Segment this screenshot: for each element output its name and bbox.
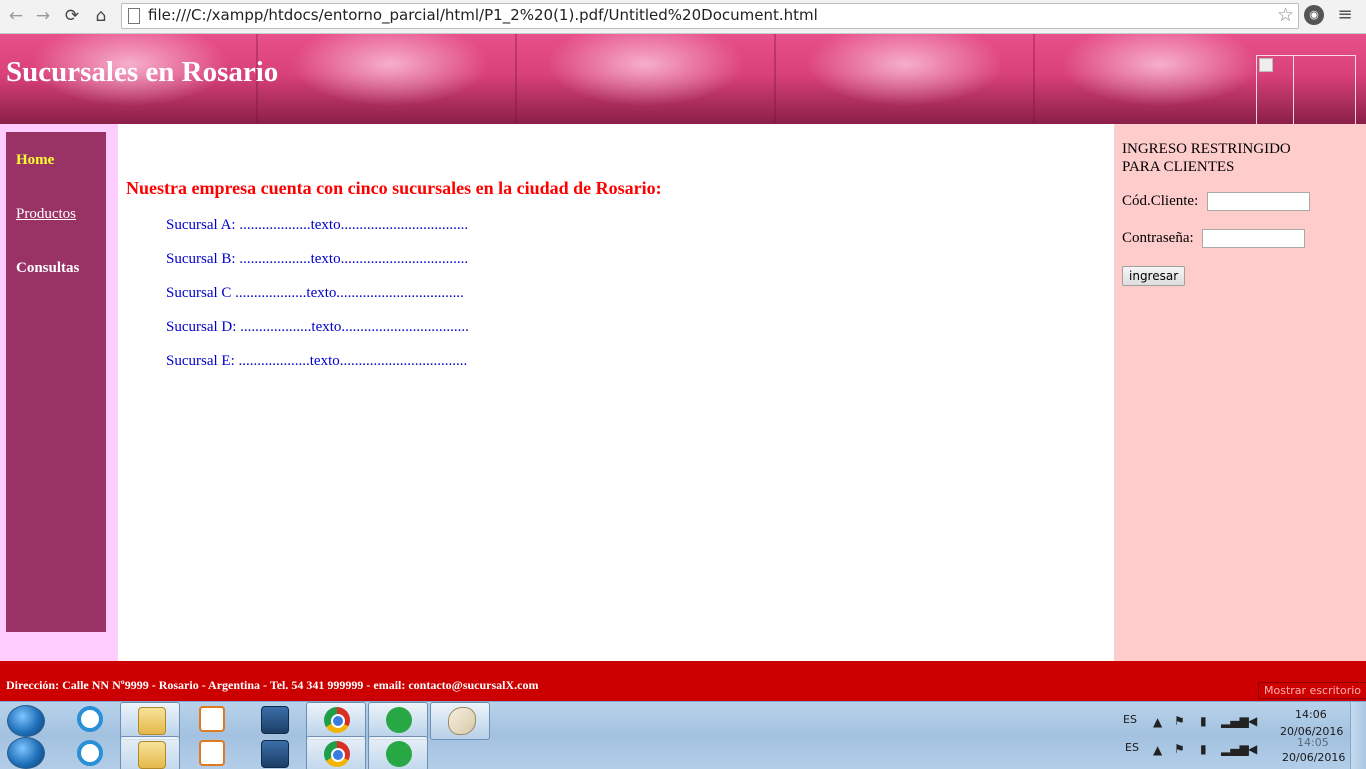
taskbar-chrome-button-ghost — [306, 736, 366, 769]
start-button-ghost — [7, 737, 45, 769]
taskbar-paint-button[interactable] — [430, 702, 490, 740]
taskbar-briefcase-button[interactable] — [244, 702, 302, 738]
footer: Dirección: Calle NN Nº9999 - Rosario - A… — [0, 661, 1366, 701]
banner-tile-divider — [774, 34, 776, 124]
login-title: INGRESO RESTRINGIDO PARA CLIENTES — [1122, 141, 1291, 175]
media-player-icon — [199, 706, 225, 732]
back-icon[interactable]: ← — [6, 6, 26, 26]
action-center-icon[interactable]: ⚑ — [1174, 714, 1185, 728]
client-code-input[interactable] — [1207, 192, 1310, 211]
paint-icon — [448, 707, 476, 735]
tray-expand-icon[interactable]: ▲ — [1153, 715, 1162, 729]
address-bar[interactable]: file:///C:/xampp/htdocs/entorno_parcial/… — [121, 3, 1299, 29]
forward-icon[interactable]: → — [33, 6, 53, 26]
bookmark-star-icon[interactable]: ☆ — [1277, 4, 1294, 26]
taskbar-whatsapp-button-ghost — [368, 736, 428, 769]
sidebar-item-productos[interactable]: Productos — [16, 206, 76, 223]
start-button[interactable] — [7, 705, 45, 737]
broken-image-icon — [1256, 55, 1356, 124]
whatsapp-icon — [386, 741, 412, 767]
whatsapp-icon — [386, 707, 412, 733]
header-banner: Sucursales en Rosario — [0, 34, 1366, 124]
home-icon[interactable]: ⌂ — [91, 6, 111, 26]
taskbar-whatsapp-button[interactable] — [368, 702, 428, 740]
browser-toolbar: ← → ⟳ ⌂ file:///C:/xampp/htdocs/entorno_… — [0, 0, 1366, 34]
clock-time[interactable]: 14:06 — [1295, 708, 1327, 721]
taskbar-ie-button[interactable] — [60, 702, 118, 738]
briefcase-icon — [261, 706, 289, 734]
page-icon — [128, 8, 140, 24]
action-center-icon: ⚑ — [1174, 742, 1185, 756]
briefcase-icon — [261, 740, 289, 768]
menu-icon[interactable]: ≡ — [1335, 5, 1355, 25]
footer-address: Dirección: Calle NN Nº9999 - Rosario - A… — [6, 678, 539, 692]
password-input[interactable] — [1202, 229, 1305, 248]
folder-icon — [138, 707, 166, 735]
branch-item: Sucursal E: ...................texto....… — [166, 353, 468, 369]
show-desktop-tooltip: Mostrar escritorio — [1258, 682, 1366, 699]
taskbar-chrome-button[interactable] — [306, 702, 366, 740]
battery-icon: ▮ — [1200, 742, 1207, 756]
chrome-icon — [324, 741, 350, 767]
volume-icon[interactable]: ◀ — [1248, 714, 1257, 728]
taskbar-briefcase-button-ghost — [244, 736, 302, 769]
login-submit-button[interactable]: ingresar — [1122, 266, 1186, 286]
taskbar-ie-button-ghost — [60, 736, 118, 769]
internet-explorer-icon — [77, 706, 103, 732]
volume-icon: ◀ — [1248, 742, 1258, 756]
language-indicator[interactable]: ES — [1123, 713, 1137, 726]
clock-time-ghost: 14:05 — [1297, 736, 1329, 749]
content-heading: Nuestra empresa cuenta con cinco sucursa… — [126, 178, 662, 198]
network-icon[interactable]: ▂▄▆ — [1221, 714, 1249, 728]
language-indicator-ghost: ES — [1125, 741, 1139, 754]
network-icon: ▂▄▆ — [1221, 742, 1249, 756]
taskbar-explorer-button[interactable] — [120, 702, 180, 740]
chrome-icon — [324, 707, 350, 733]
sidebar-nav: Home Productos Consultas — [6, 132, 106, 632]
sidebar-item-home[interactable]: Home — [16, 152, 54, 169]
client-code-label: Cód.Cliente: — [1122, 193, 1199, 209]
clock-date-ghost: 20/06/2016 — [1282, 751, 1346, 764]
taskbar: ES ES ▲ ⚑ ▮ ▂▄▆ ◀ ▲ ⚑ ▮ ▂▄▆ ◀ 14:06 20/0… — [0, 701, 1366, 769]
taskbar-explorer-button-ghost — [120, 736, 180, 769]
branch-item: Sucursal A: ...................texto....… — [166, 217, 469, 233]
reload-icon[interactable]: ⟳ — [62, 6, 82, 26]
battery-icon[interactable]: ▮ — [1200, 714, 1207, 728]
media-player-icon — [199, 740, 225, 766]
branch-item: Sucursal D: ...................texto....… — [166, 319, 469, 335]
folder-icon — [138, 741, 166, 769]
branch-item: Sucursal C ...................texto.....… — [166, 285, 464, 301]
show-desktop-button[interactable] — [1350, 702, 1366, 769]
extension-icon[interactable]: ◉ — [1304, 5, 1324, 25]
url-text[interactable]: file:///C:/xampp/htdocs/entorno_parcial/… — [148, 6, 818, 24]
broken-image-glyph — [1259, 58, 1273, 72]
branch-item: Sucursal B: ...................texto....… — [166, 251, 469, 267]
page-title: Sucursales en Rosario — [6, 56, 279, 88]
sidebar-item-consultas[interactable]: Consultas — [16, 260, 79, 277]
login-panel: INGRESO RESTRINGIDO PARA CLIENTES Cód.Cl… — [1114, 124, 1366, 661]
tray-expand-icon: ▲ — [1153, 743, 1163, 757]
banner-tile-divider — [1033, 34, 1035, 124]
broken-image-divider — [1293, 56, 1294, 124]
internet-explorer-icon — [77, 740, 103, 766]
taskbar-media-button[interactable] — [182, 702, 240, 738]
password-label: Contraseña: — [1122, 230, 1194, 246]
banner-tile-divider — [515, 34, 517, 124]
taskbar-media-button-ghost — [182, 736, 240, 769]
